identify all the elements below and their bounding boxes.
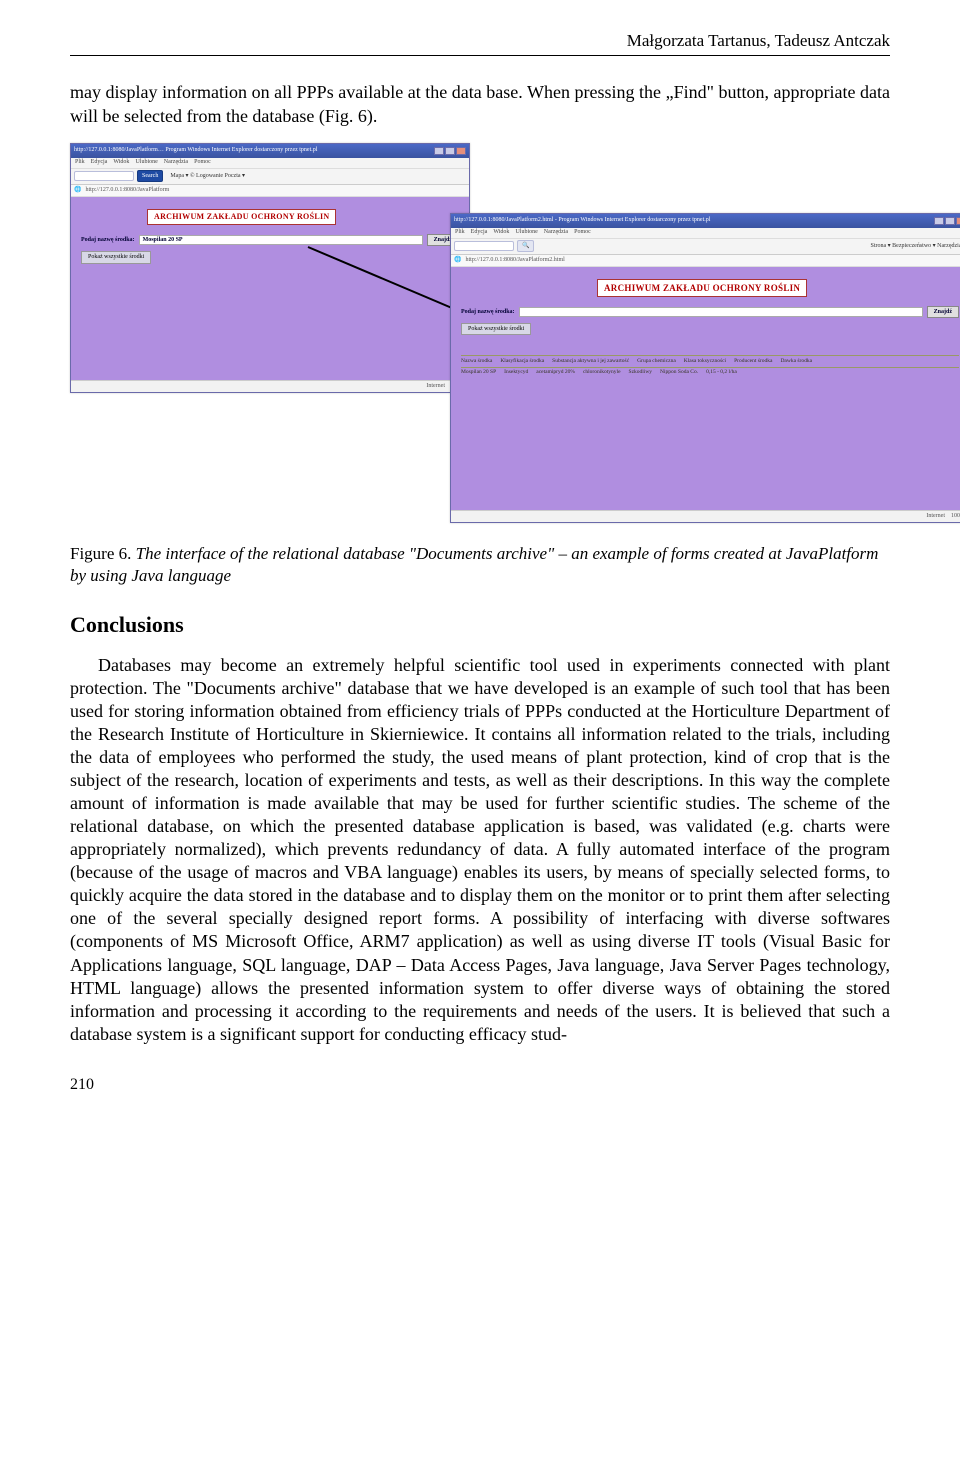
status-net: Internet	[426, 382, 445, 390]
td: acetamipryd 20%	[536, 369, 575, 376]
toolbar-field[interactable]	[454, 241, 514, 251]
menubar-small: Plik Edycja Widok Ulubione Narzędzia Pom…	[71, 158, 469, 169]
statusbar-big: Internet 100%	[451, 510, 960, 522]
product-name-input[interactable]: Mospilan 20 SP	[139, 235, 423, 245]
browser-window-big: http://127.0.0.1:8080/JavaPlatform2.html…	[450, 213, 960, 523]
show-all-button[interactable]: Pokaż wszystkie środki	[461, 323, 531, 335]
intro-paragraph: may display information on all PPPs avai…	[70, 80, 890, 129]
toolbar-right[interactable]: Strona ▾ Bezpieczeństwo ▾ Narzędzia ▾	[871, 242, 960, 250]
address-text-small[interactable]: http://127.0.0.1:8080/JavaPlatform	[85, 186, 169, 194]
addressbar-big: 🌐 http://127.0.0.1:8080/JavaPlatform2.ht…	[451, 255, 960, 267]
menu-item[interactable]: Plik	[75, 158, 85, 166]
viewport-big: ARCHIWUM ZAKŁADU OCHRONY ROŚLIN Podaj na…	[451, 267, 960, 510]
maximize-icon[interactable]	[445, 147, 455, 155]
toolbar-icon[interactable]: 🔍	[517, 240, 534, 252]
figure-caption: Figure 6. The interface of the relationa…	[70, 543, 890, 589]
td: Insektycyd	[504, 369, 528, 376]
search-button[interactable]: Search	[137, 170, 163, 182]
addressbar-small: 🌐 http://127.0.0.1:8080/JavaPlatform	[71, 185, 469, 197]
statusbar-small: Internet 100%	[71, 380, 469, 392]
menu-item[interactable]: Pomoc	[194, 158, 211, 166]
browser-window-small: http://127.0.0.1:8080/JavaPlatform… Prog…	[70, 143, 470, 393]
running-header: Małgorzata Tartanus, Tadeusz Antczak	[70, 30, 890, 56]
menu-item[interactable]: Narzędzia	[544, 228, 568, 236]
show-all-button[interactable]: Pokaż wszystkie środki	[81, 251, 151, 263]
th: Klasyfikacja środka	[500, 358, 544, 365]
minimize-icon[interactable]	[934, 217, 944, 225]
toolbar-small: Search Mapa ▾ © Logowanie Poczta ▾	[71, 169, 469, 185]
conclusions-text: Databases may become an extremely helpfu…	[70, 655, 890, 1044]
section-heading-conclusions: Conclusions	[70, 610, 890, 640]
td: Szkodliwy	[629, 369, 653, 376]
menu-item[interactable]: Pomoc	[574, 228, 591, 236]
window-title-big: http://127.0.0.1:8080/JavaPlatform2.html…	[454, 216, 710, 224]
archive-heading: ARCHIWUM ZAKŁADU OCHRONY ROŚLIN	[597, 279, 807, 297]
result-table-row: Mospilan 20 SP Insektycyd acetamipryd 20…	[461, 368, 959, 377]
th: Grupa chemiczna	[637, 358, 676, 365]
figure-caption-text: The interface of the relational database…	[70, 544, 878, 586]
menu-item[interactable]: Narzędzia	[164, 158, 188, 166]
menu-item[interactable]: Edycja	[471, 228, 488, 236]
menu-item[interactable]: Ulubione	[135, 158, 157, 166]
th: Dawka środka	[780, 358, 812, 365]
field-label: Podaj nazwę środka:	[81, 236, 135, 244]
archive-heading: ARCHIWUM ZAKŁADU OCHRONY ROŚLIN	[147, 209, 336, 226]
viewport-small: ARCHIWUM ZAKŁADU OCHRONY ROŚLIN Podaj na…	[71, 197, 469, 380]
titlebar-big: http://127.0.0.1:8080/JavaPlatform2.html…	[451, 214, 960, 228]
field-label: Podaj nazwę środka:	[461, 308, 515, 316]
th: Klasa toksyczności	[684, 358, 726, 365]
menubar-big: Plik Edycja Widok Ulubione Narzędzia Pom…	[451, 228, 960, 239]
favicon-icon: 🌐	[74, 186, 81, 194]
menu-item[interactable]: Plik	[455, 228, 465, 236]
td: Mospilan 20 SP	[461, 369, 496, 376]
maximize-icon[interactable]	[945, 217, 955, 225]
toolbar-items[interactable]: Mapa ▾ © Logowanie Poczta ▾	[166, 171, 249, 181]
window-title-small: http://127.0.0.1:8080/JavaPlatform… Prog…	[74, 146, 317, 154]
figure-6: http://127.0.0.1:8080/JavaPlatform… Prog…	[70, 143, 890, 533]
page-number: 210	[70, 1074, 890, 1096]
product-name-input[interactable]	[519, 307, 923, 317]
address-text-big[interactable]: http://127.0.0.1:8080/JavaPlatform2.html	[465, 256, 564, 264]
status-net: Internet	[926, 512, 945, 520]
close-icon[interactable]	[956, 217, 960, 225]
th: Nazwa środka	[461, 358, 492, 365]
toolbar-big: 🔍 Strona ▾ Bezpieczeństwo ▾ Narzędzia ▾	[451, 239, 960, 255]
favicon-icon: 🌐	[454, 256, 461, 264]
td: 0,15 - 0,2 l/ha	[706, 369, 737, 376]
minimize-icon[interactable]	[434, 147, 444, 155]
status-zoom: 100%	[951, 512, 960, 520]
td: chloronikotynyle	[583, 369, 621, 376]
find-button[interactable]: Znajdź	[927, 306, 959, 318]
figure-caption-label: Figure 6.	[70, 544, 131, 563]
titlebar-small: http://127.0.0.1:8080/JavaPlatform… Prog…	[71, 144, 469, 158]
menu-item[interactable]: Ulubione	[515, 228, 537, 236]
conclusions-paragraph: Databases may become an extremely helpfu…	[70, 654, 890, 1046]
menu-item[interactable]: Widok	[113, 158, 129, 166]
td: Nippon Soda Co.	[660, 369, 698, 376]
toolbar-field[interactable]	[74, 171, 134, 181]
menu-item[interactable]: Widok	[493, 228, 509, 236]
th: Producent środka	[734, 358, 772, 365]
menu-item[interactable]: Edycja	[91, 158, 108, 166]
result-table-header: Nazwa środka Klasyfikacja środka Substan…	[461, 355, 959, 368]
close-icon[interactable]	[456, 147, 466, 155]
th: Substancja aktywna i jej zawartość	[552, 358, 629, 365]
